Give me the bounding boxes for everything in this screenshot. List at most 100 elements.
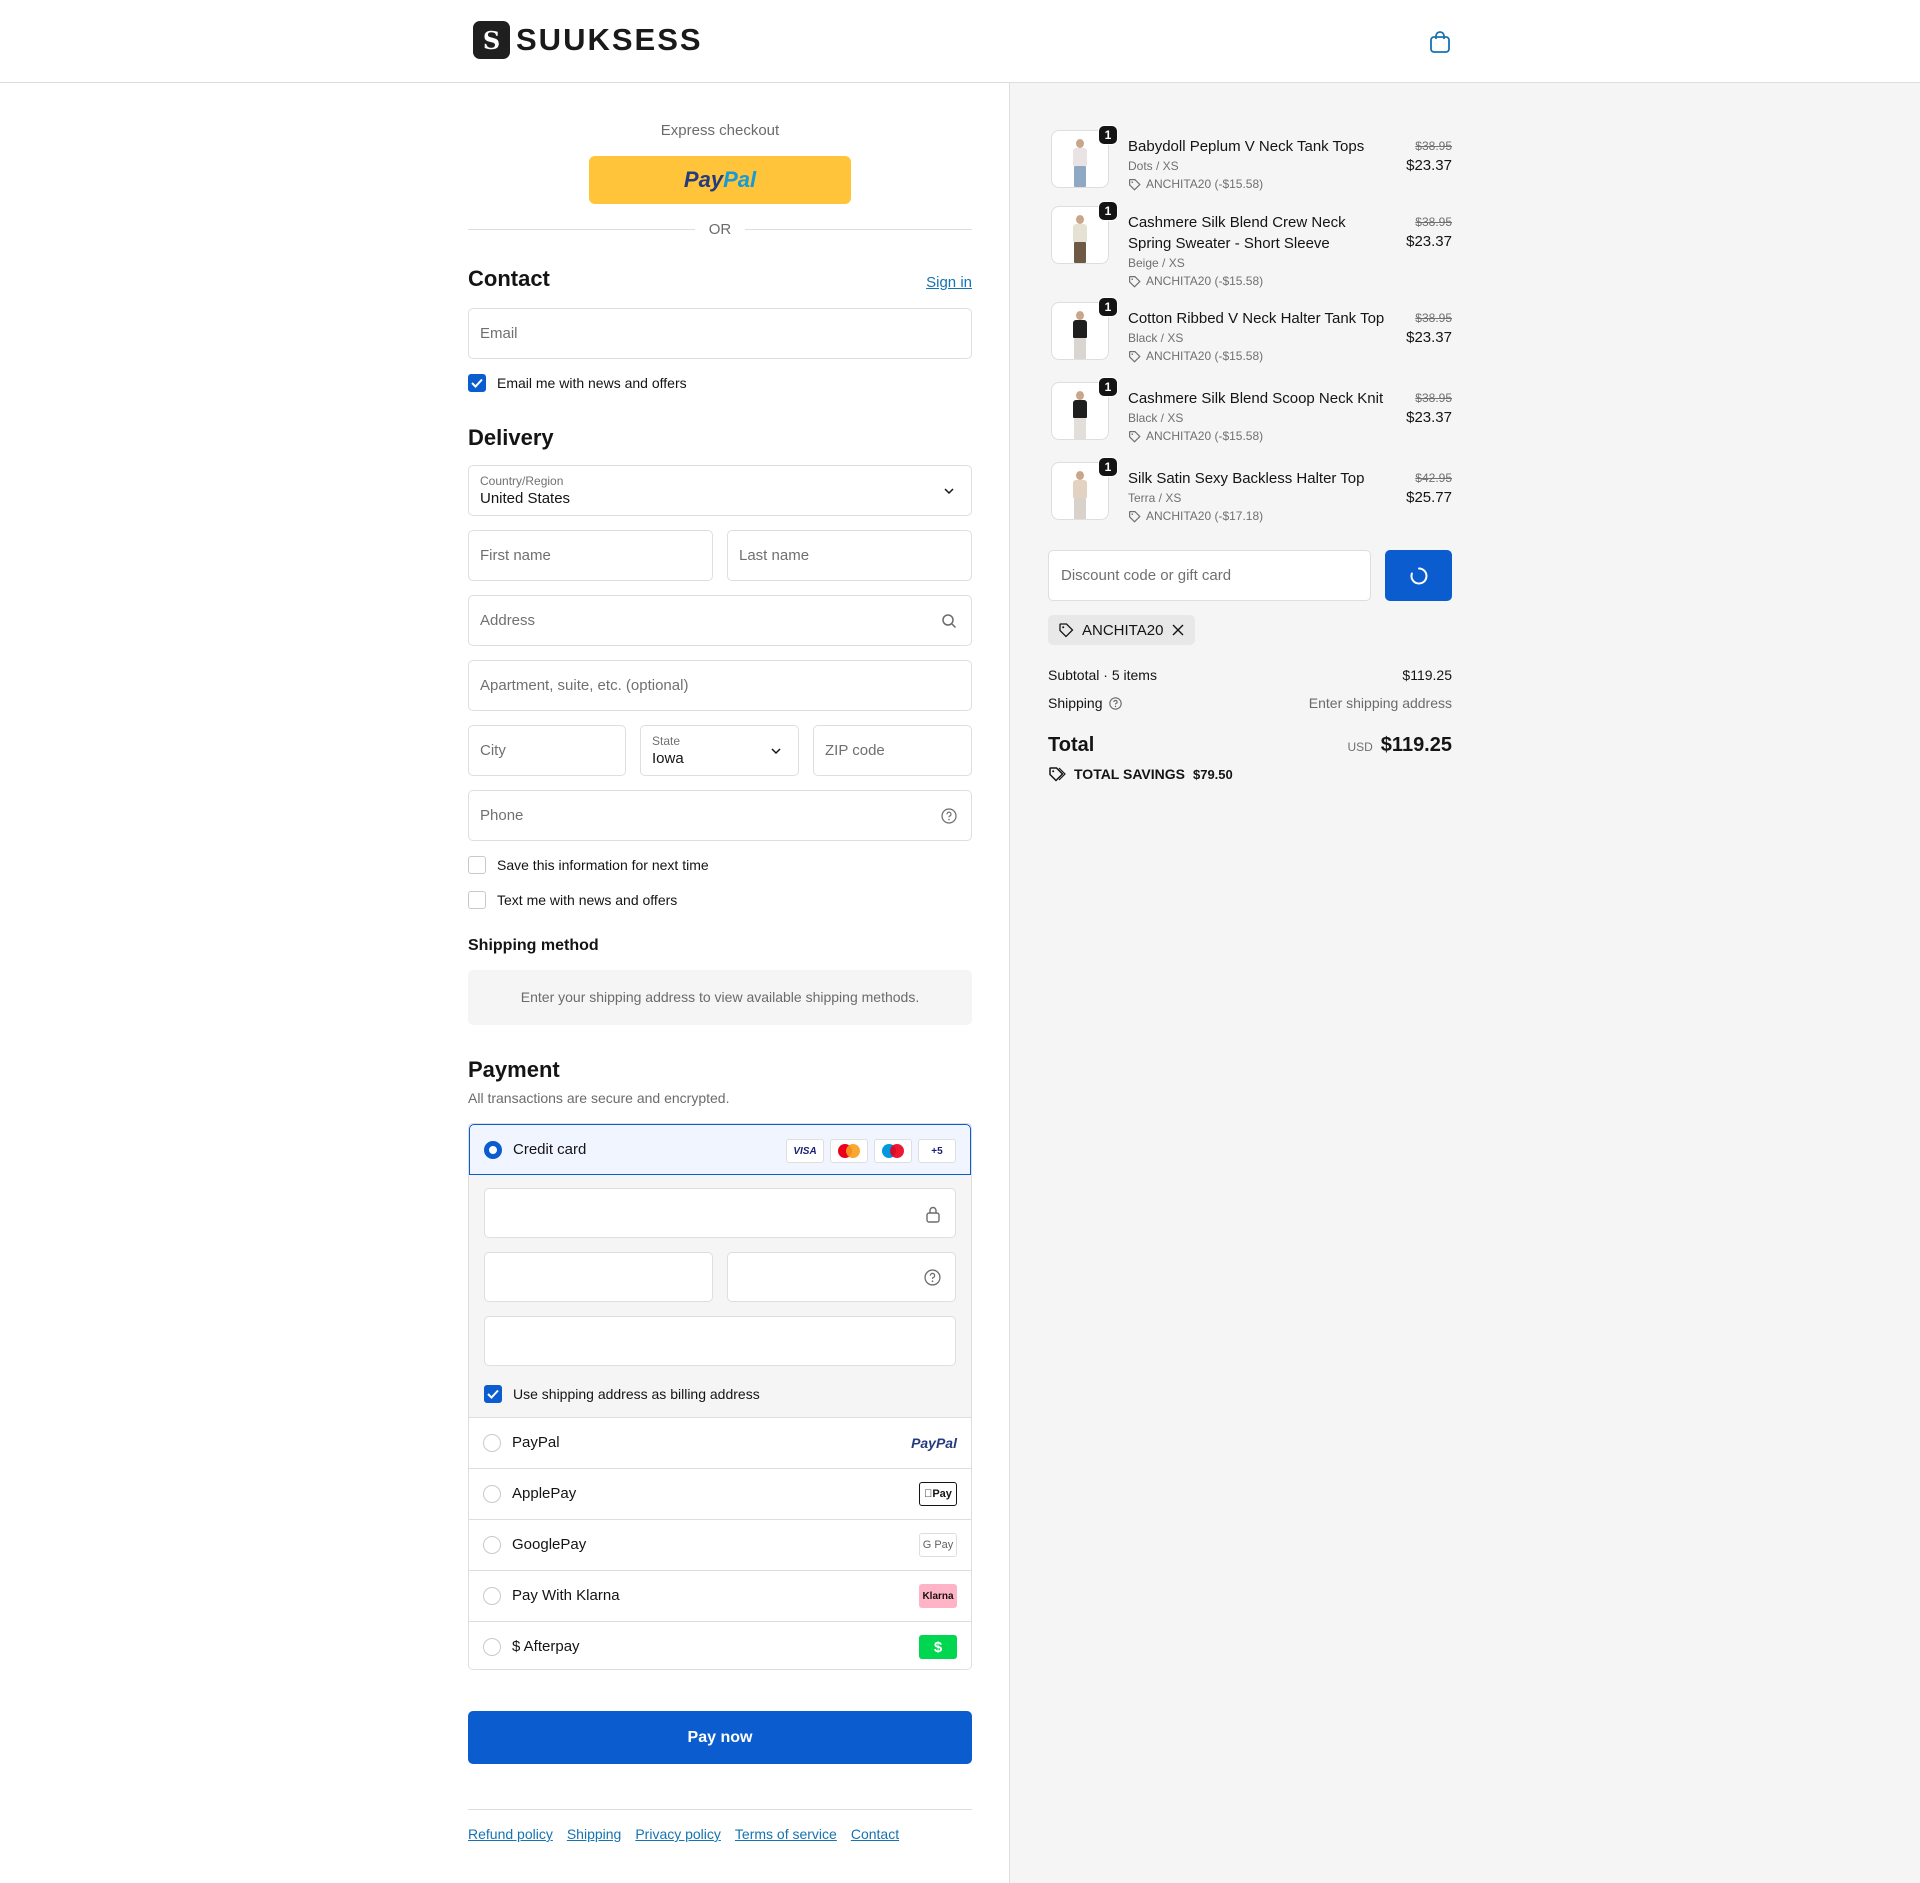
discount-code-input[interactable]: Discount code or gift card [1048,550,1371,601]
email-field[interactable]: Email [468,308,972,359]
pay-now-button[interactable]: Pay now [468,1711,972,1764]
contact-title: Contact [468,266,550,291]
state-select[interactable]: State Iowa [640,725,799,776]
last-name-field[interactable]: Last name [727,530,972,581]
save-info-checkbox-row[interactable]: Save this information for next time [468,856,709,874]
product-variant: Black / XS [1128,331,1184,345]
check-icon [471,378,483,388]
address-field[interactable]: Address [468,595,972,646]
header: S SUUKSESS [0,0,1920,83]
payment-option-klarna[interactable]: Pay With Klarna Klarna [469,1570,971,1621]
text-me-checkbox-row[interactable]: Text me with news and offers [468,891,677,909]
product-discount: ANCHITA20 (-$15.58) [1128,177,1263,191]
paypal-radio[interactable] [483,1434,501,1452]
product-variant: Beige / XS [1128,256,1185,270]
payment-option-afterpay[interactable]: $ Afterpay $ [469,1621,971,1669]
country-select[interactable]: Country/Region United States [468,465,972,516]
billing-same-label: Use shipping address as billing address [513,1386,760,1402]
text-me-checkbox[interactable] [468,891,486,909]
apply-discount-button[interactable] [1385,550,1452,601]
tag-icon [1129,510,1141,523]
check-icon [487,1389,499,1399]
klarna-icon: Klarna [919,1584,957,1608]
shopping-bag-icon[interactable] [1429,30,1451,54]
close-icon[interactable] [1171,623,1185,637]
sale-price: $23.37 [1406,157,1452,174]
sign-in-link[interactable]: Sign in [926,274,972,291]
product-discount: ANCHITA20 (-$15.58) [1128,274,1263,288]
help-circle-icon[interactable] [1108,696,1122,710]
card-logos: VISA +5 [786,1139,956,1163]
googlepay-radio[interactable] [483,1536,501,1554]
original-price: $42.95 [1415,471,1452,485]
payment-option-paypal[interactable]: PayPal PayPal [469,1417,971,1468]
card-cvv-field[interactable] [727,1252,956,1302]
city-field[interactable]: City [468,725,626,776]
billing-same-checkbox[interactable] [484,1385,502,1403]
applied-code-label: ANCHITA20 [1082,621,1164,639]
total-label: Total [1048,734,1095,756]
help-circle-icon[interactable] [941,808,957,824]
credit-card-option[interactable]: Credit card VISA +5 [469,1124,971,1175]
email-news-checkbox-row[interactable]: Email me with news and offers [468,374,687,392]
subtotal-row: Subtotal · 5 items $119.25 [1048,667,1452,683]
subtotal-label: Subtotal · 5 items [1048,667,1157,683]
brand-mark-icon: S [473,21,510,59]
maestro-icon [874,1139,912,1163]
sale-price: $23.37 [1406,329,1452,346]
klarna-radio[interactable] [483,1587,501,1605]
brand-logo[interactable]: S SUUKSESS [473,21,703,59]
afterpay-radio[interactable] [483,1638,501,1656]
product-name: Silk Satin Sexy Backless Halter Top [1128,470,1365,487]
payment-option-googlepay[interactable]: GooglePay G Pay [469,1519,971,1570]
quantity-badge: 1 [1098,457,1118,477]
save-info-checkbox[interactable] [468,856,486,874]
product-variant: Terra / XS [1128,491,1182,505]
quantity-badge: 1 [1098,201,1118,221]
quantity-badge: 1 [1098,297,1118,317]
payment-option-applepay[interactable]: ApplePay Pay [469,1468,971,1519]
savings-label: TOTAL SAVINGS [1074,766,1185,782]
sale-price: $23.37 [1406,409,1452,426]
line-item: 1 Silk Satin Sexy Backless Halter Top Terr… [1048,455,1452,523]
help-circle-icon[interactable] [924,1269,941,1286]
first-name-field[interactable]: First name [468,530,713,581]
currency-code: USD [1347,740,1373,754]
shipping-label: Shipping [1048,695,1103,711]
credit-card-form: Use shipping address as billing address [469,1175,971,1417]
phone-field[interactable]: Phone [468,790,972,841]
cash-app-icon: $ [919,1635,957,1659]
express-checkout-label: Express checkout [660,122,780,139]
refund-policy-link[interactable]: Refund policy [468,1826,553,1842]
sale-price: $25.77 [1406,489,1452,506]
applepay-radio[interactable] [483,1485,501,1503]
shipping-link[interactable]: Shipping [567,1826,622,1842]
original-price: $38.95 [1415,215,1452,229]
zip-field[interactable]: ZIP code [813,725,972,776]
original-price: $38.95 [1415,391,1452,405]
product-discount: ANCHITA20 (-$15.58) [1128,349,1263,363]
shipping-method-note: Enter your shipping address to view avai… [468,970,972,1025]
contact-link[interactable]: Contact [851,1826,899,1842]
savings-value: $79.50 [1192,766,1233,782]
payment-methods: Credit card VISA +5 Use shipping address… [468,1123,972,1670]
quantity-badge: 1 [1098,377,1118,397]
shipping-method-title: Shipping method [468,937,599,954]
terms-of-service-link[interactable]: Terms of service [735,1826,837,1842]
apartment-field[interactable]: Apartment, suite, etc. (optional) [468,660,972,711]
total-savings: TOTAL SAVINGS $79.50 [1048,766,1233,782]
line-item: 1 Cashmere Silk Blend Scoop Neck Knit Blac… [1048,375,1452,443]
payment-title: Payment [468,1057,560,1082]
mastercard-icon [830,1139,868,1163]
loading-spinner-icon [1409,567,1427,584]
privacy-policy-link[interactable]: Privacy policy [635,1826,721,1842]
card-name-field[interactable] [484,1316,956,1366]
credit-card-radio[interactable] [484,1141,502,1159]
paypal-express-button[interactable]: PayPal [589,156,851,204]
email-news-checkbox[interactable] [468,374,486,392]
card-expiry-field[interactable] [484,1252,713,1302]
card-number-field[interactable] [484,1188,956,1238]
billing-same-checkbox-row[interactable]: Use shipping address as billing address [484,1385,760,1403]
google-pay-icon: G Pay [919,1533,957,1557]
original-price: $38.95 [1415,311,1452,325]
